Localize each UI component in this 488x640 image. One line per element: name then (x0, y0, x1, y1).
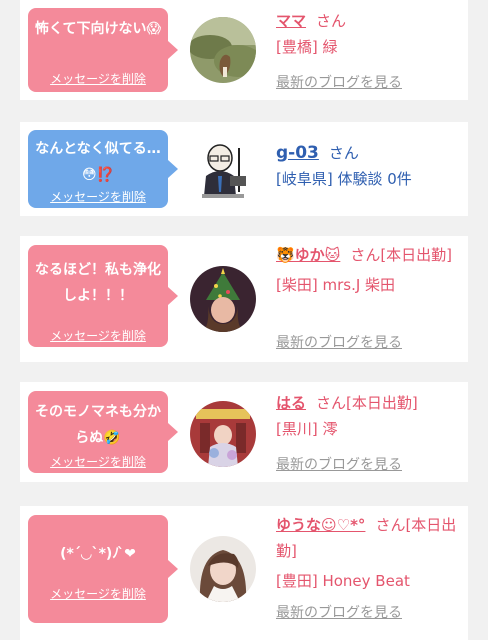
honorific: さん[本日出勤] (350, 246, 453, 264)
delete-message-link[interactable]: メッセージを削除 (28, 585, 168, 602)
avatar-image (190, 17, 256, 83)
user-info: 🐯ゆか🐱 さん[本日出勤] [柴田] mrs.J 柴田 (276, 242, 464, 298)
user-name-link[interactable]: ママ (276, 12, 306, 30)
delete-message-link[interactable]: メッセージを削除 (28, 188, 168, 205)
avatar[interactable] (190, 266, 256, 332)
delete-message-link[interactable]: メッセージを削除 (28, 453, 168, 470)
delete-message-link[interactable]: メッセージを削除 (28, 327, 168, 344)
avatar-image (190, 401, 256, 467)
delete-message-link[interactable]: メッセージを削除 (28, 70, 168, 87)
message-text: なるほど！私も浄化しよ！！！ (35, 262, 161, 304)
latest-blog-link[interactable]: 最新のブログを見る (276, 454, 402, 474)
latest-blog-link[interactable]: 最新のブログを見る (276, 332, 402, 352)
honorific: さん (316, 12, 347, 30)
avatar-image (190, 136, 256, 202)
user-name-link[interactable]: 🐯ゆか🐱 (276, 246, 340, 264)
message-card: なんとなく似てる…😳⁉️ メッセージを削除 g-03 さん [岐阜県] 体験談 0… (20, 122, 468, 216)
user-detail: [岐阜県] 体験談 0件 (276, 170, 412, 188)
user-info: ママ さん [豊橋] 緑 (276, 8, 464, 60)
user-info: ゆうな☺︎♡*° さん[本日出勤] [豊田] Honey Beat (276, 512, 464, 594)
avatar[interactable] (190, 401, 256, 467)
honorific: さん[本日出勤] (316, 394, 418, 412)
avatar-image (190, 536, 256, 602)
message-text: そのモノマネも分からぬ🤣 (35, 404, 161, 446)
user-detail: [柴田] mrs.J 柴田 (276, 276, 396, 294)
message-card: 怖くて下向けない😱 メッセージを削除 ママ さん [豊橋] 緑 最新のブログを見る (20, 0, 468, 100)
user-detail: [豊橋] 緑 (276, 38, 338, 56)
user-detail: [黒川] 澪 (276, 420, 338, 438)
avatar[interactable] (190, 17, 256, 83)
message-card: なるほど！私も浄化しよ！！！ メッセージを削除 🐯ゆか🐱 さん[本日出勤] [柴田… (20, 236, 468, 362)
user-info: g-03 さん [岐阜県] 体験談 0件 (276, 140, 464, 192)
message-card: そのモノマネも分からぬ🤣 メッセージを削除 はる さん[本日出勤] [黒川] 澪 … (20, 382, 468, 482)
avatar[interactable] (190, 536, 256, 602)
user-name-link[interactable]: ゆうな☺︎♡*° (276, 516, 365, 534)
message-bubble: (*´◡`*)ﾉ ̀❤ メッセージを削除 (28, 515, 178, 623)
latest-blog-link[interactable]: 最新のブログを見る (276, 72, 402, 92)
message-text: 怖くて下向けない😱 (34, 21, 162, 37)
latest-blog-link[interactable]: 最新のブログを見る (276, 602, 402, 622)
message-card: (*´◡`*)ﾉ ̀❤ メッセージを削除 ゆうな☺︎♡*° さん[本日出勤] [豊… (20, 506, 468, 640)
avatar[interactable] (190, 136, 256, 202)
message-bubble: 怖くて下向けない😱 メッセージを削除 (28, 8, 178, 92)
message-bubble: なんとなく似てる…😳⁉️ メッセージを削除 (28, 130, 178, 208)
message-text: なんとなく似てる…😳⁉️ (35, 141, 161, 183)
user-detail: [豊田] Honey Beat (276, 572, 410, 590)
avatar-image (190, 266, 256, 332)
message-bubble: なるほど！私も浄化しよ！！！ メッセージを削除 (28, 245, 178, 347)
message-bubble: そのモノマネも分からぬ🤣 メッセージを削除 (28, 391, 178, 473)
user-name-link[interactable]: g-03 (276, 143, 319, 163)
user-info: はる さん[本日出勤] [黒川] 澪 (276, 390, 464, 442)
honorific: さん (328, 144, 359, 162)
user-name-link[interactable]: はる (276, 394, 306, 412)
message-text: (*´◡`*)ﾉ ̀❤ (60, 546, 136, 562)
